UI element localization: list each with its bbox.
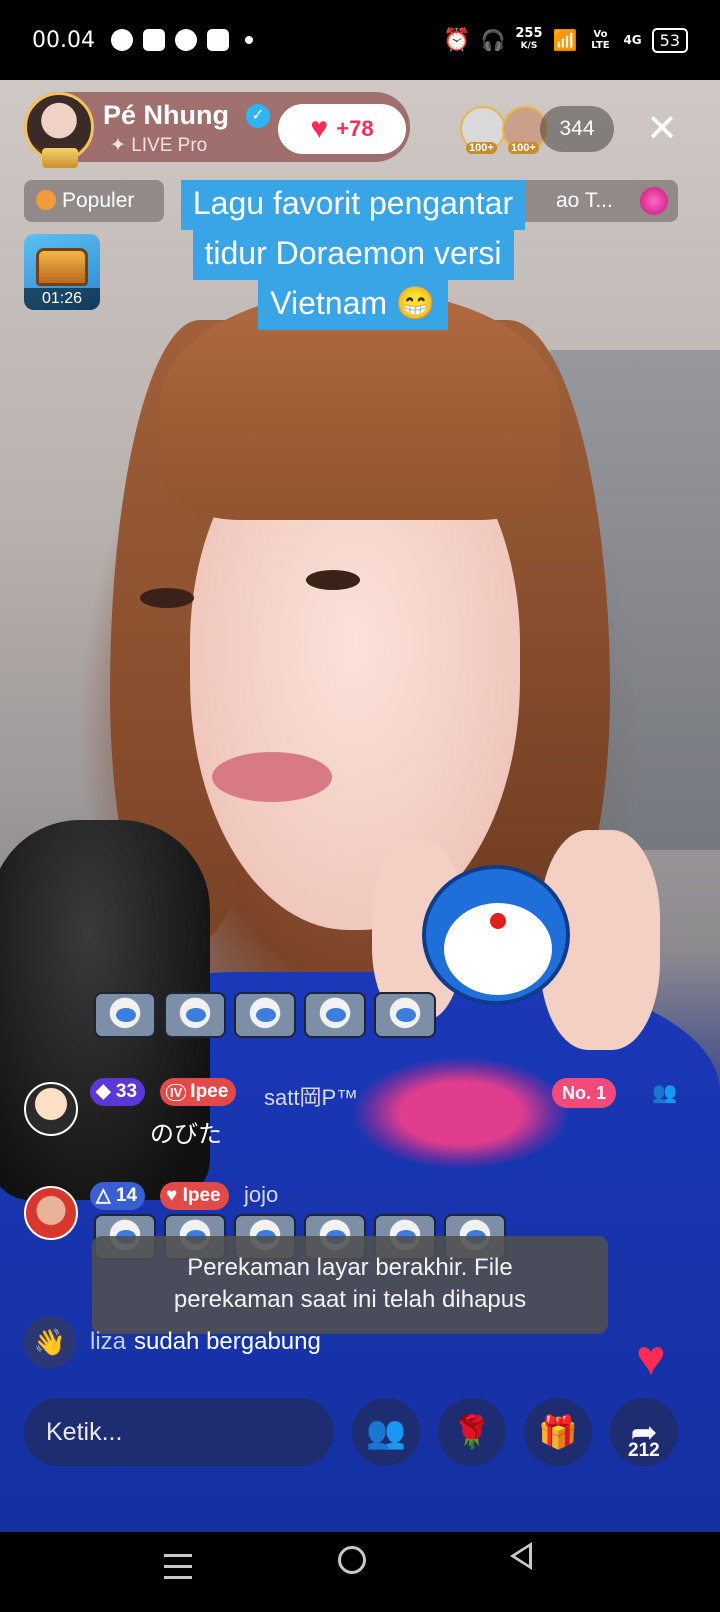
volte-label: Vo LTE xyxy=(591,29,610,51)
toast-line: perekaman saat ini telah dihapus xyxy=(173,1286,527,1313)
people-icon[interactable]: 👥 xyxy=(652,1080,677,1104)
gift-goal-icon xyxy=(640,187,668,215)
viewer-count[interactable]: 344 xyxy=(540,106,614,152)
top-viewer-avatar[interactable]: 100+ xyxy=(460,106,506,154)
heart-icon: ♥ xyxy=(310,112,329,145)
right-eye xyxy=(306,570,360,590)
cute-gift-effect xyxy=(354,1058,568,1168)
notification-icons xyxy=(110,29,253,51)
doraemon-sticker xyxy=(374,992,436,1038)
doraemon-sticker xyxy=(164,992,226,1038)
home-icon[interactable] xyxy=(338,1546,366,1574)
wifi-icon: 📶 xyxy=(552,28,578,52)
join-message: sudah bergabung xyxy=(134,1328,321,1355)
instagram-icon xyxy=(206,29,229,51)
alarm-icon: ⏰ xyxy=(443,27,471,53)
treasure-box-button[interactable]: 01:26 xyxy=(24,234,100,310)
verified-icon: ✓ xyxy=(246,104,270,128)
chat-avatar[interactable] xyxy=(24,1186,78,1240)
like-count: +78 xyxy=(336,116,374,141)
toast-line: Perekaman layar berakhir. File xyxy=(187,1254,513,1281)
chat-message: のびた xyxy=(150,1121,222,1148)
system-nav-bar xyxy=(0,1532,720,1612)
system-icons: ⏰ 🎧 255 K/S 📶 Vo LTE 4G 53 xyxy=(443,26,688,53)
back-icon[interactable] xyxy=(510,1542,532,1570)
fan-badge: IV Ipee xyxy=(160,1078,237,1106)
popular-chip-label: Populer xyxy=(62,189,135,212)
more-notifications-icon xyxy=(244,36,253,44)
youtube-icon xyxy=(142,29,165,51)
level-value: 14 xyxy=(115,1185,138,1206)
caption-line: Lagu favorit pengantar xyxy=(180,180,526,230)
viewer-badge: 100+ xyxy=(508,142,539,154)
share-count: 212 xyxy=(628,1440,660,1461)
level-badge: ◆ 33 xyxy=(90,1078,146,1106)
viewer-badge: 100+ xyxy=(466,142,497,154)
status-bar: 00.04 ⏰ 🎧 255 K/S 📶 Vo LTE 4G 53 xyxy=(0,0,720,80)
battery-indicator: 53 xyxy=(651,27,688,53)
level-value: 33 xyxy=(115,1081,138,1102)
host-rank-badge-icon xyxy=(42,148,78,168)
wave-icon[interactable]: 👋 xyxy=(24,1316,76,1368)
recent-apps-icon[interactable] xyxy=(164,1554,194,1584)
whatsapp-icon xyxy=(174,29,197,51)
level-badge: △ 14 xyxy=(90,1182,146,1210)
chat-avatar[interactable] xyxy=(24,1082,78,1136)
join-notification: liza sudah bergabung xyxy=(90,1328,321,1356)
chat-username[interactable]: jojo xyxy=(244,1182,278,1208)
fan-badge: ♥ Ipee xyxy=(160,1182,229,1210)
left-eye xyxy=(140,588,194,608)
doraemon-sticker xyxy=(94,992,156,1038)
doraemon-sticker xyxy=(234,992,296,1038)
join-username: liza xyxy=(90,1328,127,1355)
like-button[interactable]: ♥ +78 xyxy=(278,104,406,154)
comment-input[interactable]: Ketik... xyxy=(24,1398,334,1466)
fan-badge-label: Ipee xyxy=(190,1081,229,1102)
popular-chip[interactable]: Populer xyxy=(24,180,164,222)
rose-gift-button[interactable]: 🌹 xyxy=(438,1398,506,1466)
fan-level: IV xyxy=(166,1084,187,1101)
fan-badge-label: Ipee xyxy=(182,1185,221,1206)
screen-recording-toast: Perekaman layar berakhir. File perekaman… xyxy=(92,1236,608,1334)
chat-username[interactable]: satt岡P™ xyxy=(264,1080,358,1112)
doraemon-sticker xyxy=(304,992,366,1038)
doraemon-nose xyxy=(490,913,506,929)
gift-goal-label: ao T... xyxy=(556,189,613,212)
close-icon[interactable]: ✕ xyxy=(642,108,682,148)
network-speed: 255 K/S xyxy=(515,26,543,51)
floating-heart-icon: ♥ xyxy=(636,1330,666,1386)
broken-heart-icon xyxy=(36,190,56,210)
treasure-chest-icon xyxy=(36,248,88,286)
rank-badge[interactable]: No. 1 xyxy=(552,1078,617,1108)
host-subtitle: ✦ LIVE Pro xyxy=(110,135,208,156)
treasure-timer: 01:26 xyxy=(24,288,100,310)
stream-caption: Lagu favorit pengantar tidur Doraemon ve… xyxy=(150,180,556,330)
signal-label: 4G xyxy=(623,33,642,47)
doraemon-plush xyxy=(422,865,570,1005)
status-time: 00.04 xyxy=(32,27,95,53)
multi-guest-button[interactable]: 👥 xyxy=(352,1398,420,1466)
facebook-icon xyxy=(110,29,133,51)
gift-button[interactable]: 🎁 xyxy=(524,1398,592,1466)
host-name[interactable]: Pé Nhung xyxy=(103,100,229,131)
lips xyxy=(212,752,332,802)
caption-line: Vietnam 😁 xyxy=(258,280,448,330)
caption-line: tidur Doraemon versi xyxy=(192,230,514,280)
headphones-icon: 🎧 xyxy=(480,28,506,52)
